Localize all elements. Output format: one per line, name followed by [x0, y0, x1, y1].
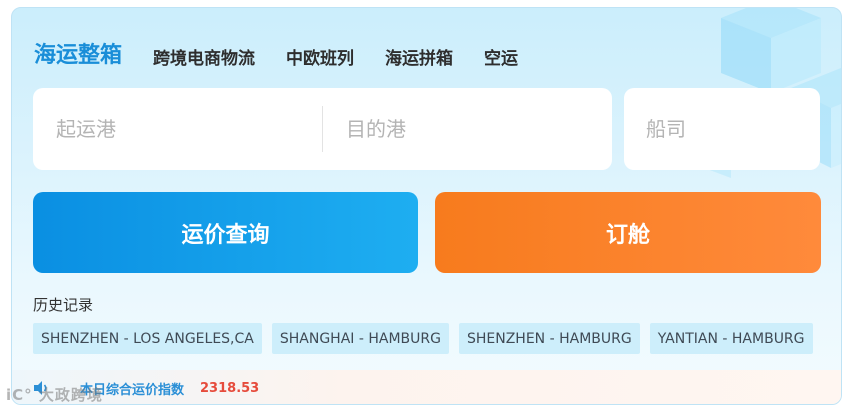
history-list: SHENZHEN - LOS ANGELES,CA SHANGHAI - HAM…	[33, 323, 823, 354]
history-item[interactable]: SHENZHEN - HAMBURG	[458, 323, 640, 354]
tab-lcl[interactable]: 海运拼箱	[385, 48, 453, 70]
tab-cross-border-ecommerce[interactable]: 跨境电商物流	[153, 48, 255, 70]
carrier-search-box	[624, 88, 841, 170]
destination-port-input[interactable]	[323, 88, 612, 170]
freight-index-bar: 本日综合运价指数 2318.53	[12, 370, 841, 404]
transport-tabs: 海运整箱 跨境电商物流 中欧班列 海运拼箱 空运	[34, 36, 549, 70]
freight-index-value: 2318.53	[200, 380, 260, 396]
history-item[interactable]: SHENZHEN - LOS ANGELES,CA	[33, 323, 262, 354]
origin-port-input[interactable]	[33, 88, 322, 170]
port-search-box	[33, 88, 612, 170]
freight-search-card: 海运整箱 跨境电商物流 中欧班列 海运拼箱 空运 运价查询 订舱 历史记录 SH…	[11, 7, 842, 405]
watermark-logo: iC° 大政跨境	[6, 386, 103, 404]
history-item[interactable]: SHANGHAI - HAMBURG	[271, 323, 449, 354]
carrier-input[interactable]	[624, 88, 841, 170]
history-label: 历史记录	[33, 296, 94, 314]
tab-fcl[interactable]: 海运整箱	[34, 42, 122, 70]
booking-button[interactable]: 订舱	[435, 192, 821, 273]
history-item[interactable]: YANTIAN - HAMBURG	[649, 323, 813, 354]
tab-air-freight[interactable]: 空运	[484, 48, 518, 70]
rate-query-button[interactable]: 运价查询	[33, 192, 418, 273]
tab-china-europe-railway[interactable]: 中欧班列	[286, 48, 354, 70]
